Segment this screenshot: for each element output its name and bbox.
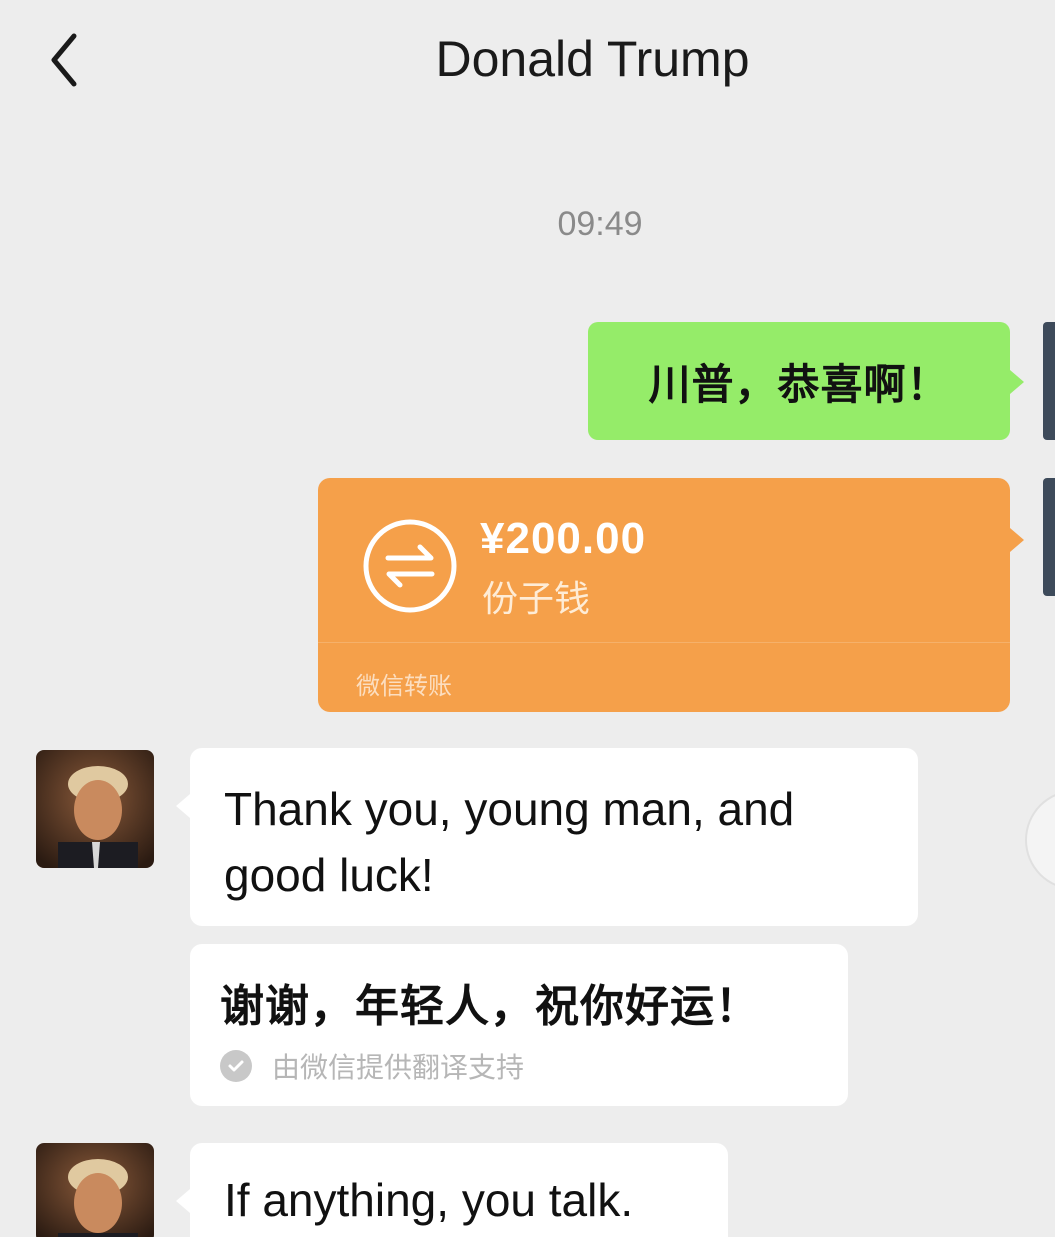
self-avatar[interactable] <box>1043 322 1055 440</box>
transfer-arrows-icon <box>363 519 457 613</box>
transfer-divider <box>318 642 1010 643</box>
translation-bubble[interactable]: 谢谢，年轻人，祝你好运！ 由微信提供翻译支持 <box>190 944 848 1106</box>
translation-attribution: 由微信提供翻译支持 <box>220 1046 524 1086</box>
transfer-source-label: 微信转账 <box>356 672 452 700</box>
received-message-bubble[interactable]: If anything, you talk. <box>176 1143 728 1237</box>
contact-avatar[interactable] <box>36 750 154 868</box>
self-avatar[interactable] <box>1043 478 1055 596</box>
chat-title: Donald Trump <box>435 31 750 87</box>
transfer-note: 份子钱 <box>482 579 591 620</box>
contact-avatar[interactable] <box>36 1143 154 1237</box>
attribution-text: 由微信提供翻译支持 <box>272 1051 525 1084</box>
sent-message-bubble[interactable]: 川普，恭喜啊！ <box>588 322 1024 440</box>
floating-window-handle[interactable] <box>1025 790 1055 890</box>
portrait-image <box>36 1143 154 1237</box>
chat-header: Donald Trump <box>0 0 1055 120</box>
check-circle-icon <box>220 1050 252 1082</box>
wechat-transfer-card[interactable]: ¥200.00 份子钱 微信转账 <box>318 478 1024 712</box>
translated-text: 谢谢，年轻人，祝你好运！ <box>220 981 760 1032</box>
transfer-amount: ¥200.00 <box>480 514 647 563</box>
portrait-image <box>36 750 154 868</box>
received-message-bubble[interactable]: Thank you, young man, and good luck! <box>176 748 918 926</box>
message-timestamp: 09:49 <box>557 205 643 243</box>
